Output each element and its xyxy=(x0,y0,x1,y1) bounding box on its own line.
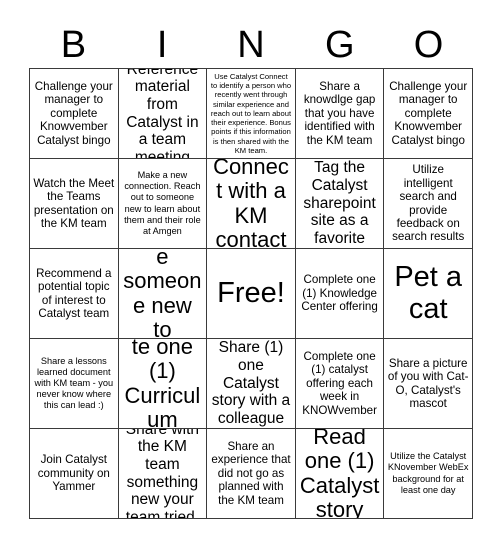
bingo-cell[interactable]: Share a knowdlge gap that you have ident… xyxy=(295,69,385,159)
bingo-cell-free[interactable]: Free! xyxy=(207,249,296,339)
bingo-cell-text: Complete one (1) Knowledge Center offeri… xyxy=(301,273,378,314)
bingo-cell-text: Watch the Meet the Teams presentation on… xyxy=(33,176,115,230)
bingo-cell[interactable]: Read one (1) Catalyst story xyxy=(295,429,385,519)
bingo-cell-text: Introduce someone new to Catalyst xyxy=(123,249,202,339)
bingo-cell-text: Make a new connection. Reach out to some… xyxy=(124,170,201,236)
bingo-cell-text: Challenge your manager to complete Knowv… xyxy=(34,79,113,147)
bingo-cell-text: Use Catalyst Connect to identify a perso… xyxy=(210,71,292,155)
bingo-cell-text: Pet a cat xyxy=(394,261,463,325)
bingo-cell-text: Connect with a KM contact xyxy=(213,159,289,249)
bingo-cell-text: Utilize intelligent search and provide f… xyxy=(392,163,465,244)
bingo-cell[interactable]: Pet a cat xyxy=(384,249,473,339)
bingo-cell[interactable]: Join Catalyst community on Yammer xyxy=(30,429,119,519)
bingo-cell-text: Share a knowdlge gap that you have ident… xyxy=(303,79,376,147)
bingo-cell[interactable]: Introduce someone new to Catalyst xyxy=(118,249,208,339)
bingo-cell[interactable]: Utilize intelligent search and provide f… xyxy=(384,159,473,249)
bingo-cell-text: Complete one (1) catalyst offering each … xyxy=(302,349,377,417)
bingo-cell-text: Free! xyxy=(217,276,285,309)
bingo-header-row: B I N G O xyxy=(29,22,473,68)
bingo-cell[interactable]: Complete one (1) catalyst offering each … xyxy=(295,339,385,429)
bingo-cell[interactable]: Challenge your manager to complete Knowv… xyxy=(384,69,473,159)
bingo-cell-text: Complete one (1) Curriculum course xyxy=(124,339,201,429)
bingo-cell-text: Challenge your manager to complete Knowv… xyxy=(389,79,468,147)
bingo-cell[interactable]: Share a picture of you with Cat-O, Catal… xyxy=(384,339,473,429)
bingo-cell-text: Share an experience that did not go as p… xyxy=(211,439,291,507)
bingo-header-letter-n: N xyxy=(237,24,265,66)
bingo-cell[interactable]: Utilize the Catalyst KNovember WebEx bac… xyxy=(384,429,473,519)
bingo-cell-text: Utilize the Catalyst KNovember WebEx bac… xyxy=(387,451,469,495)
bingo-cell[interactable]: Watch the Meet the Teams presentation on… xyxy=(30,159,119,249)
bingo-cell[interactable]: Connect with a KM contact xyxy=(207,159,296,249)
bingo-cell-text: Join Catalyst community on Yammer xyxy=(37,453,110,494)
bingo-cell-text: Share with the KM team something new you… xyxy=(125,429,199,519)
bingo-header-letter-b: B xyxy=(60,24,87,66)
bingo-header-letter-i: I xyxy=(156,24,168,66)
bingo-cell-text: Tag the Catalyst sharepoint site as a fa… xyxy=(303,159,376,247)
bingo-cell-text: Share (1) one Catalyst story with a coll… xyxy=(211,339,291,427)
bingo-cell[interactable]: Use Catalyst Connect to identify a perso… xyxy=(207,69,296,159)
bingo-cell[interactable]: Share with the KM team something new you… xyxy=(118,429,208,519)
bingo-cell[interactable]: Tag the Catalyst sharepoint site as a fa… xyxy=(295,159,385,249)
bingo-cell[interactable]: Reference material from Catalyst in a te… xyxy=(118,69,208,159)
bingo-cell[interactable]: Share a lessons learned document with KM… xyxy=(30,339,119,429)
bingo-cell[interactable]: Share an experience that did not go as p… xyxy=(207,429,296,519)
bingo-cell[interactable]: Complete one (1) Knowledge Center offeri… xyxy=(295,249,385,339)
bingo-card: B I N G O Challenge your manager to comp… xyxy=(0,0,500,544)
bingo-cell[interactable]: Recommend a potential topic of interest … xyxy=(30,249,119,339)
bingo-cell[interactable]: Share (1) one Catalyst story with a coll… xyxy=(207,339,296,429)
bingo-cell[interactable]: Complete one (1) Curriculum course xyxy=(118,339,208,429)
bingo-header-letter-o: O xyxy=(413,24,444,66)
bingo-cell[interactable]: Make a new connection. Reach out to some… xyxy=(118,159,208,249)
bingo-cell-text: Recommend a potential topic of interest … xyxy=(36,266,112,320)
bingo-cell-text: Read one (1) Catalyst story xyxy=(299,429,380,519)
bingo-cell-text: Share a picture of you with Cat-O, Catal… xyxy=(387,356,469,410)
bingo-cell[interactable]: Challenge your manager to complete Knowv… xyxy=(30,69,119,159)
bingo-cell-text: Share a lessons learned document with KM… xyxy=(34,355,114,411)
bingo-header-letter-g: G xyxy=(325,24,355,66)
bingo-cell-text: Reference material from Catalyst in a te… xyxy=(126,69,199,159)
bingo-grid: Challenge your manager to complete Knowv… xyxy=(29,68,473,519)
